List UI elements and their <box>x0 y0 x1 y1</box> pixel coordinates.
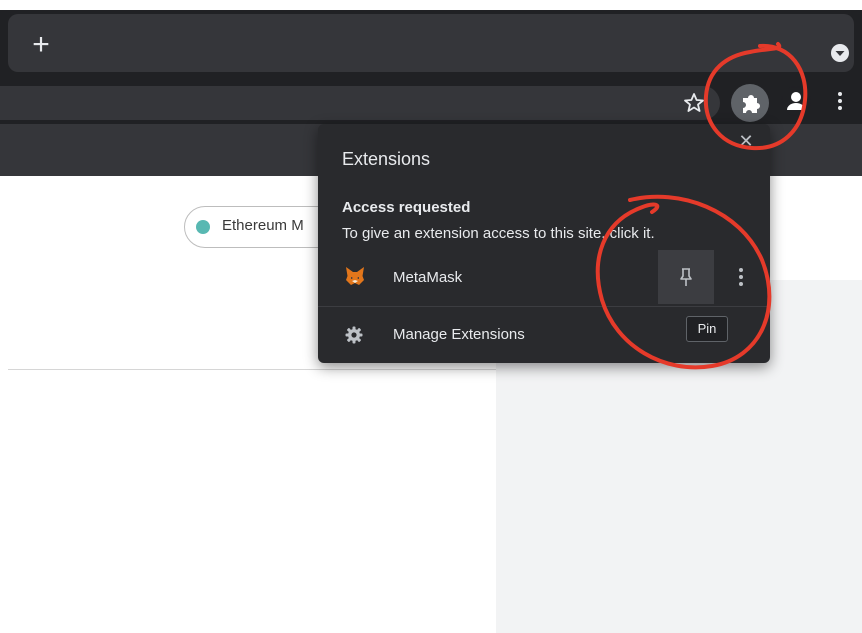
pin-tooltip: Pin <box>686 316 728 342</box>
page-divider <box>8 369 496 370</box>
extension-options-button[interactable] <box>732 265 750 289</box>
popup-title: Extensions <box>342 149 431 169</box>
extension-item-metamask[interactable]: MetaMask <box>393 269 462 286</box>
gear-icon <box>344 325 364 345</box>
manage-extensions-link[interactable]: Manage Extensions <box>393 326 525 343</box>
close-icon: ✕ <box>738 131 754 151</box>
tab-bar-area <box>8 14 854 72</box>
plus-icon: + <box>32 28 50 61</box>
new-tab-button[interactable]: + <box>26 30 56 60</box>
star-icon <box>684 93 704 112</box>
person-icon <box>782 87 810 115</box>
address-bar[interactable] <box>0 86 720 120</box>
pin-icon <box>676 266 696 288</box>
profile-button[interactable] <box>781 86 811 116</box>
chevron-down-icon <box>831 44 849 62</box>
extensions-button[interactable] <box>731 84 769 122</box>
popup-divider <box>318 306 770 307</box>
puzzle-icon <box>743 95 760 113</box>
access-requested-description: To give an extension access to this site… <box>342 225 655 242</box>
network-label: Ethereum M <box>222 217 304 234</box>
metamask-fox-icon <box>344 265 366 287</box>
access-requested-heading: Access requested <box>342 199 471 216</box>
close-button[interactable]: ✕ <box>736 131 756 151</box>
network-status-dot <box>196 220 210 234</box>
bookmark-star-button[interactable] <box>680 89 708 117</box>
browser-menu-button[interactable] <box>830 86 850 116</box>
window-top-edge <box>0 0 862 10</box>
kebab-icon <box>838 92 842 110</box>
kebab-icon <box>739 268 743 286</box>
tab-search-button[interactable] <box>828 41 852 65</box>
